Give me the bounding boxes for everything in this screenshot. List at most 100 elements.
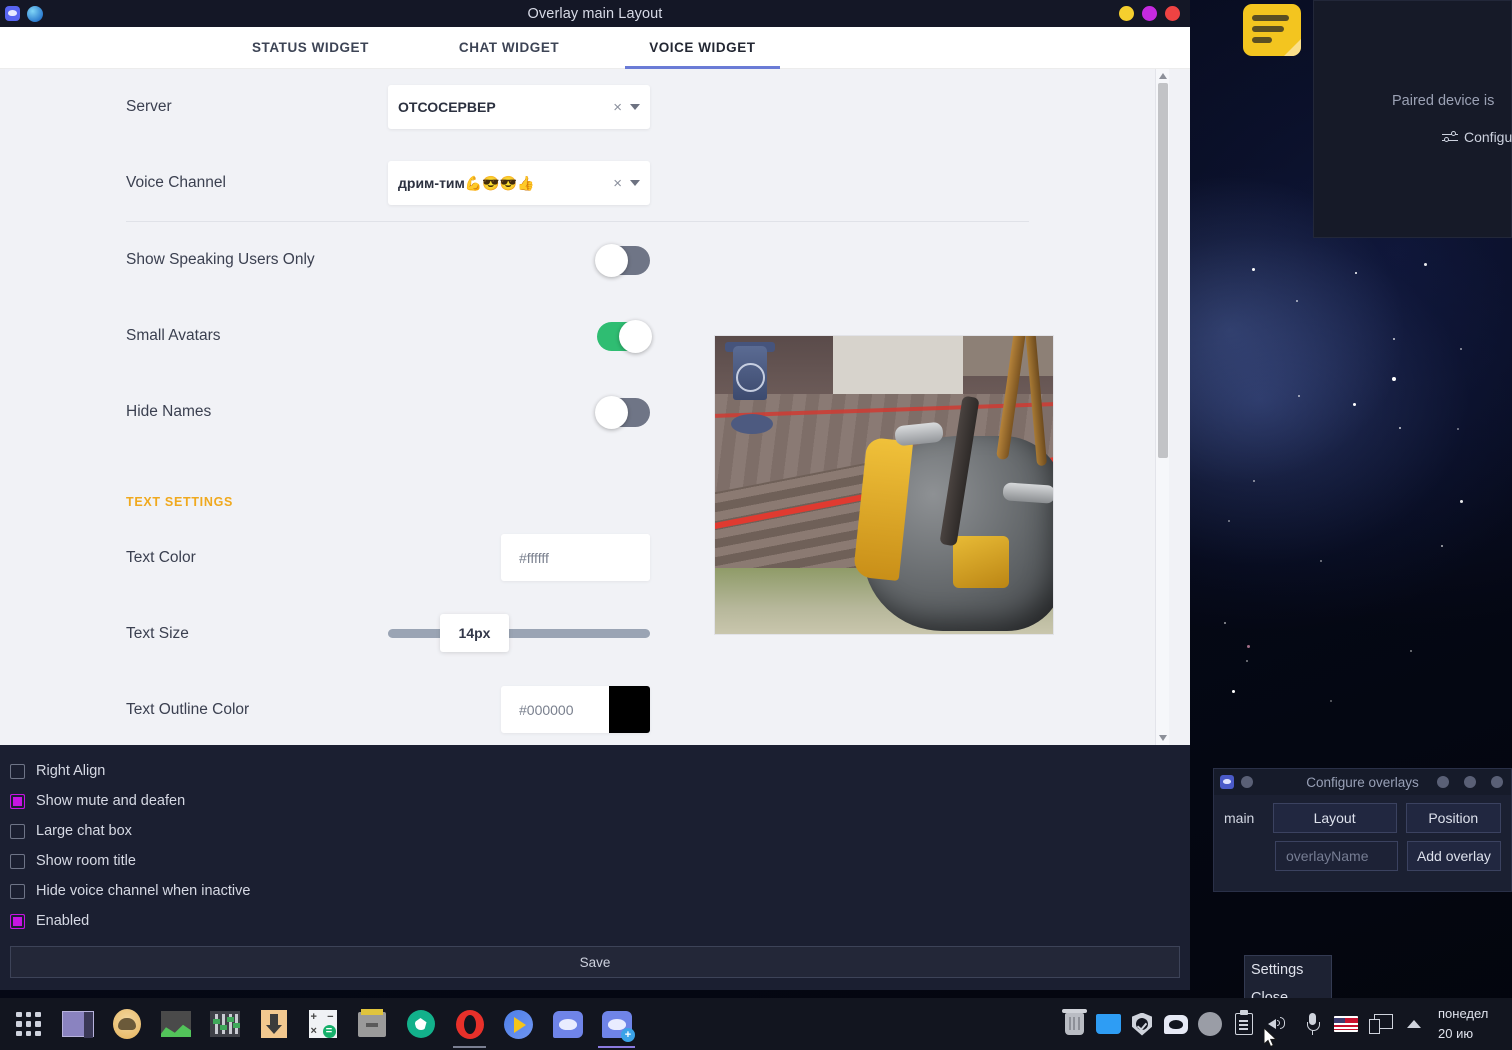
folder-icon[interactable] <box>1092 998 1124 1050</box>
taskbar: + − × = + понедел 20 ию <box>0 998 1512 1050</box>
overlay-name-label: main <box>1224 810 1255 826</box>
tab-chat-widget[interactable]: CHAT WIDGET <box>435 27 583 68</box>
image-viewer-icon[interactable] <box>151 998 200 1050</box>
chevron-up-icon[interactable] <box>1398 998 1430 1050</box>
game-icon[interactable] <box>102 998 151 1050</box>
scrollbar-thumb[interactable] <box>1158 83 1168 458</box>
server-row: Server ОТСОСЕРВЕР × <box>0 69 1155 145</box>
downloads-icon[interactable] <box>249 998 298 1050</box>
checkbox-box[interactable] <box>10 823 25 839</box>
position-button[interactable]: Position <box>1405 803 1501 833</box>
clock-weekday: понедел <box>1438 1005 1489 1021</box>
media-player-icon[interactable] <box>494 998 543 1050</box>
widget-tabs: STATUS WIDGET CHAT WIDGET VOICE WIDGET <box>0 27 1190 69</box>
text-outline-color-label: Text Outline Color <box>126 701 250 718</box>
hide-names-toggle[interactable] <box>595 396 650 429</box>
discord-icon[interactable] <box>543 998 592 1050</box>
chevron-down-icon[interactable] <box>630 104 640 110</box>
checkbox-show-mute-and-deafen[interactable]: Show mute and deafen <box>10 786 1190 816</box>
discord-tray-icon[interactable] <box>1160 998 1192 1050</box>
menu-item-settings[interactable]: Settings <box>1245 956 1331 984</box>
checkbox-box[interactable] <box>10 883 25 899</box>
microphone-icon[interactable] <box>1296 998 1328 1050</box>
show-speaking-users-only-toggle[interactable] <box>595 244 650 277</box>
checkbox-large-chat-box[interactable]: Large chat box <box>10 816 1190 846</box>
overlay-main-row: main Layout Position <box>1214 795 1511 833</box>
text-color-value: #ffffff <box>519 549 549 566</box>
tab-status-widget[interactable]: STATUS WIDGET <box>228 27 393 68</box>
calculator-icon[interactable]: + − × = <box>298 998 347 1050</box>
mouse-cursor <box>1264 1028 1278 1048</box>
archive-manager-icon[interactable] <box>347 998 396 1050</box>
checkbox-show-room-title[interactable]: Show room title <box>10 846 1190 876</box>
opera-browser-icon[interactable] <box>445 998 494 1050</box>
layout-button[interactable]: Layout <box>1272 803 1397 833</box>
checkbox-label: Large chat box <box>36 823 132 839</box>
discord-overlay-icon[interactable]: + <box>592 998 641 1050</box>
chevron-down-icon[interactable] <box>630 180 640 186</box>
configure-label: Configure <box>1464 129 1512 145</box>
text-size-slider[interactable]: 14px <box>388 614 650 652</box>
checkbox-box[interactable] <box>10 913 25 929</box>
overlay-layout-window: Overlay main Layout STATUS WIDGET CHAT W… <box>0 0 1190 990</box>
sliders-icon <box>1442 130 1458 144</box>
configure-link[interactable]: Configure <box>1442 129 1512 145</box>
paired-device-notification: Paired device is Configure <box>1313 0 1512 238</box>
voice-channel-select[interactable]: дрим-тим💪😎😎👍 × <box>388 161 650 205</box>
checkbox-label: Enabled <box>36 913 90 929</box>
voice-channel-clear-icon[interactable]: × <box>605 175 630 192</box>
small-avatars-toggle[interactable] <box>597 320 652 353</box>
checkbox-label: Hide voice channel when inactive <box>36 883 251 899</box>
save-button[interactable]: Save <box>10 946 1180 978</box>
text-outline-color-swatch[interactable] <box>609 686 650 733</box>
tab-voice-widget[interactable]: VOICE WIDGET <box>625 27 780 69</box>
minimize-button[interactable] <box>1119 6 1134 21</box>
text-size-label: Text Size <box>126 625 189 642</box>
grey-circle-icon[interactable] <box>1194 998 1226 1050</box>
checkbox-label: Show mute and deafen <box>36 793 186 809</box>
clipboard-icon[interactable] <box>1228 998 1260 1050</box>
us-flag-icon[interactable] <box>1330 998 1362 1050</box>
voice-channel-value: дрим-тим💪😎😎👍 <box>398 174 535 191</box>
server-label: Server <box>126 98 172 115</box>
audio-mixer-icon[interactable] <box>200 998 249 1050</box>
server-clear-icon[interactable]: × <box>605 99 630 116</box>
overlay-name-input[interactable]: overlayName <box>1275 841 1398 871</box>
checkbox-box[interactable] <box>10 853 25 869</box>
checkbox-label: Show room title <box>36 853 136 869</box>
scroll-down-arrow-icon[interactable] <box>1159 735 1167 741</box>
globe-icon <box>27 5 43 22</box>
window-switcher-icon[interactable] <box>53 998 102 1050</box>
add-overlay-button[interactable]: Add overlay <box>1406 841 1501 871</box>
text-color-field[interactable]: #ffffff <box>501 534 650 581</box>
display-icon[interactable] <box>1364 998 1396 1050</box>
trash-icon[interactable] <box>1058 998 1090 1050</box>
shield-icon[interactable] <box>1126 998 1158 1050</box>
server-select[interactable]: ОТСОСЕРВЕР × <box>388 85 650 129</box>
voice-channel-row: Voice Channel дрим-тим💪😎😎👍 × <box>0 145 1155 221</box>
text-outline-color-row: Text Outline Color #000000 <box>0 672 1155 745</box>
vertical-scrollbar[interactable] <box>1155 69 1169 745</box>
checkbox-box[interactable] <box>10 763 25 779</box>
checkbox-enabled[interactable]: Enabled <box>10 906 1190 936</box>
app-grid-icon[interactable] <box>4 998 53 1050</box>
checkbox-hide-voice-channel-when-inactive[interactable]: Hide voice channel when inactive <box>10 876 1190 906</box>
scroll-up-arrow-icon[interactable] <box>1159 73 1167 79</box>
options-checkbox-list: Right Align Show mute and deafen Large c… <box>0 745 1190 942</box>
window-title: Overlay main Layout <box>527 5 663 22</box>
checkbox-label: Right Align <box>36 763 106 779</box>
clock[interactable]: понедел 20 ию <box>1432 1004 1508 1044</box>
checkbox-box[interactable] <box>10 793 25 809</box>
widget-preview-image <box>714 335 1054 635</box>
text-outline-color-field[interactable]: #000000 <box>501 686 650 733</box>
text-size-value: 14px <box>440 614 509 652</box>
text-color-swatch[interactable] <box>609 534 650 581</box>
close-button[interactable] <box>1165 6 1180 21</box>
small-avatars-label: Small Avatars <box>126 327 221 344</box>
screenshot-icon[interactable] <box>396 998 445 1050</box>
notes-icon[interactable] <box>1243 4 1301 56</box>
discord-icon <box>5 6 20 21</box>
maximize-button[interactable] <box>1142 6 1157 21</box>
save-bar: Save <box>0 942 1190 990</box>
checkbox-right-align[interactable]: Right Align <box>10 756 1190 786</box>
